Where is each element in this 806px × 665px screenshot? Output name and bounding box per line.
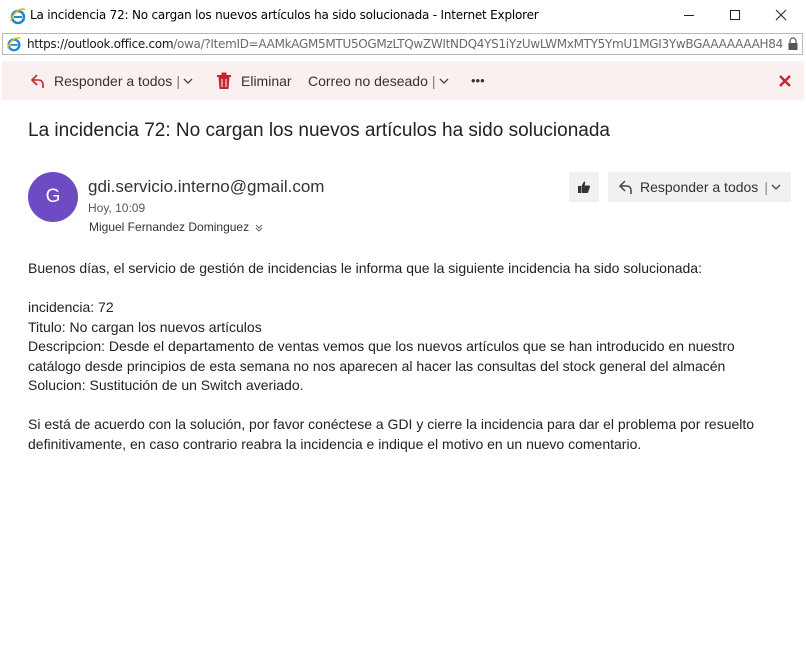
url-prefix: https://outlook. <box>27 37 114 51</box>
double-chevron-down-icon[interactable] <box>254 223 264 233</box>
minimize-button[interactable] <box>666 0 712 30</box>
recipient-name: Miguel Fernandez Dominguez <box>89 220 250 234</box>
message-body: Buenos días, el servicio de gestión de i… <box>28 259 788 454</box>
maximize-icon <box>730 10 740 20</box>
body-descripcion: Descripcion: Desde el departamento de ve… <box>28 338 735 374</box>
window-titlebar: La incidencia 72: No cargan los nuevos a… <box>0 0 806 32</box>
chevron-down-icon[interactable] <box>182 75 194 87</box>
reply-all-toolbar-button[interactable]: Responder a todos | <box>28 61 194 100</box>
url-text[interactable]: https://outlook.office.com/owa/?ItemID=A… <box>27 37 783 51</box>
sender-email[interactable]: gdi.servicio.interno@gmail.com <box>88 177 324 197</box>
close-window-button[interactable] <box>758 0 804 30</box>
separator: | <box>764 179 768 195</box>
like-button[interactable] <box>569 172 599 202</box>
body-titulo: Titulo: No cargan los nuevos artículos <box>28 318 262 335</box>
window-title: La incidencia 72: No cargan los nuevos a… <box>30 8 539 22</box>
junk-label: Correo no deseado <box>308 72 428 89</box>
reply-all-label: Responder a todos <box>640 179 759 195</box>
close-icon <box>775 9 787 21</box>
internet-explorer-icon <box>10 8 26 25</box>
close-icon <box>779 74 791 87</box>
trash-icon <box>217 72 231 89</box>
reply-all-icon <box>618 180 632 194</box>
body-incidencia: incidencia: 72 <box>28 299 114 315</box>
lock-icon <box>788 37 798 50</box>
delete-button[interactable]: Eliminar <box>216 61 292 100</box>
reply-all-button[interactable]: Responder a todos | <box>608 172 791 202</box>
thumbs-up-icon <box>578 181 591 193</box>
url-path: /owa/?ItemID=AAMkAGM5MTU5OGMzLTQwZWItNDQ… <box>173 37 783 51</box>
chevron-down-icon[interactable] <box>438 75 450 87</box>
reply-all-icon <box>30 73 44 88</box>
avatar-letter: G <box>45 186 61 207</box>
body-solucion: Solucion: Sustitución de un Switch averi… <box>28 377 304 393</box>
more-icon: ••• <box>471 73 485 88</box>
separator: | <box>176 72 180 89</box>
recipient[interactable]: Miguel Fernandez Dominguez <box>89 220 264 234</box>
delete-label: Eliminar <box>241 72 292 89</box>
message-subject: La incidencia 72: No cargan los nuevos a… <box>28 120 610 141</box>
separator: | <box>431 72 436 89</box>
avatar[interactable]: G <box>28 172 78 222</box>
message-toolbar: Responder a todos | Eliminar Correo no d… <box>2 61 804 100</box>
body-closing: Si está de acuerdo con la solución, por … <box>28 416 755 452</box>
junk-button[interactable]: Correo no deseado | <box>308 61 450 100</box>
address-bar[interactable]: https://outlook.office.com/owa/?ItemID=A… <box>2 33 803 55</box>
url-domain: office.com <box>113 37 174 51</box>
more-actions-button[interactable]: ••• <box>471 61 485 100</box>
body-greeting: Buenos días, el servicio de gestión de i… <box>28 260 702 276</box>
internet-explorer-icon <box>7 37 21 52</box>
close-message-button[interactable] <box>778 61 792 100</box>
reply-all-label: Responder a todos <box>54 72 173 89</box>
maximize-button[interactable] <box>712 0 758 30</box>
chevron-down-icon[interactable] <box>770 181 782 193</box>
sent-time: Hoy, 10:09 <box>88 201 146 215</box>
minimize-icon <box>684 15 694 16</box>
